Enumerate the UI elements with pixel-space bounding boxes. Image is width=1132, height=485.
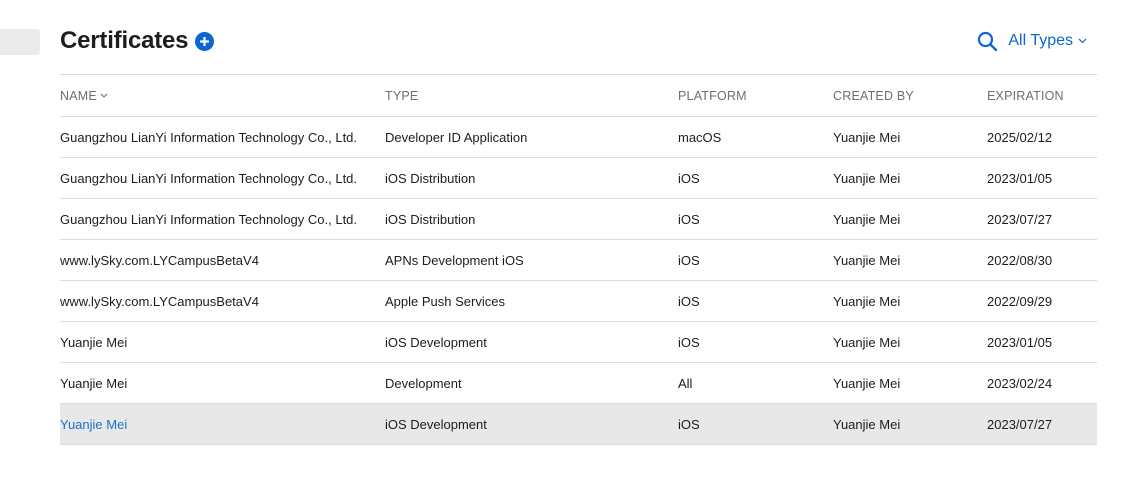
certificate-created-by: Yuanjie Mei xyxy=(833,334,901,350)
certificate-name-link[interactable]: Guangzhou LianYi Information Technology … xyxy=(60,171,357,186)
certificate-created-by: Yuanjie Mei xyxy=(833,416,901,432)
certificate-name-link[interactable]: www.lySky.com.LYCampusBetaV4 xyxy=(60,253,259,268)
certificate-platform: iOS xyxy=(678,293,700,309)
certificate-expiration: 2023/07/27 xyxy=(987,416,1053,432)
column-header-name-label: NAME xyxy=(60,88,97,103)
sidebar-collapsed-tab[interactable] xyxy=(0,29,40,55)
certificates-page: Certificates All Types NAME TYPE PLATFOR… xyxy=(0,0,1132,485)
certificate-type: iOS Distribution xyxy=(385,170,476,186)
certificate-created-by: Yuanjie Mei xyxy=(833,252,901,268)
page-title: Certificates xyxy=(60,27,189,54)
table-row[interactable]: Yuanjie Mei Development All Yuanjie Mei … xyxy=(60,362,1097,403)
certificate-expiration: 2022/09/29 xyxy=(987,293,1053,309)
page-header: Certificates All Types xyxy=(60,22,1097,60)
certificate-name-link[interactable]: Yuanjie Mei xyxy=(60,335,127,350)
table-row[interactable]: Yuanjie Mei iOS Development iOS Yuanjie … xyxy=(60,321,1097,362)
plus-circle-icon xyxy=(200,36,210,46)
search-button[interactable] xyxy=(976,30,998,52)
column-header-created-by[interactable]: CREATED BY xyxy=(833,89,987,103)
table-header: NAME TYPE PLATFORM CREATED BY EXPIRATION xyxy=(60,75,1097,116)
header-actions: All Types xyxy=(976,30,1087,52)
certificate-platform: iOS xyxy=(678,170,700,186)
table-row-selected[interactable]: Yuanjie Mei iOS Development iOS Yuanjie … xyxy=(60,403,1097,445)
certificate-expiration: 2023/01/05 xyxy=(987,170,1053,186)
certificate-expiration: 2023/07/27 xyxy=(987,211,1053,227)
certificate-name-link[interactable]: Guangzhou LianYi Information Technology … xyxy=(60,212,357,227)
certificate-created-by: Yuanjie Mei xyxy=(833,211,901,227)
type-filter-dropdown[interactable]: All Types xyxy=(1008,32,1087,50)
sort-chevron-down-icon xyxy=(100,93,108,98)
certificate-type: iOS Development xyxy=(385,334,487,350)
certificates-table: NAME TYPE PLATFORM CREATED BY EXPIRATION… xyxy=(60,74,1097,445)
certificate-type: APNs Development iOS xyxy=(385,252,524,268)
certificate-created-by: Yuanjie Mei xyxy=(833,293,901,309)
certificate-platform: macOS xyxy=(678,129,722,145)
certificate-expiration: 2022/08/30 xyxy=(987,252,1053,268)
certificate-platform: All xyxy=(678,375,693,391)
add-certificate-button[interactable] xyxy=(195,31,215,51)
type-filter-label: All Types xyxy=(1008,32,1073,49)
certificate-type: Developer ID Application xyxy=(385,129,528,145)
certificate-type: Apple Push Services xyxy=(385,293,505,309)
search-icon xyxy=(977,31,998,51)
chevron-down-icon xyxy=(1078,38,1087,44)
table-row[interactable]: www.lySky.com.LYCampusBetaV4 Apple Push … xyxy=(60,280,1097,321)
certificate-expiration: 2025/02/12 xyxy=(987,129,1053,145)
table-row[interactable]: Guangzhou LianYi Information Technology … xyxy=(60,116,1097,157)
certificate-expiration: 2023/02/24 xyxy=(987,375,1053,391)
table-row[interactable]: Guangzhou LianYi Information Technology … xyxy=(60,157,1097,198)
certificate-type: iOS Development xyxy=(385,416,487,432)
certificate-platform: iOS xyxy=(678,334,700,350)
certificate-name-link[interactable]: Guangzhou LianYi Information Technology … xyxy=(60,130,357,145)
certificate-platform: iOS xyxy=(678,211,700,227)
column-header-expiration[interactable]: EXPIRATION xyxy=(987,89,1097,103)
certificate-name-link[interactable]: Yuanjie Mei xyxy=(60,417,127,432)
certificate-name-link[interactable]: www.lySky.com.LYCampusBetaV4 xyxy=(60,294,259,309)
certificate-platform: iOS xyxy=(678,416,700,432)
table-row[interactable]: Guangzhou LianYi Information Technology … xyxy=(60,198,1097,239)
certificate-platform: iOS xyxy=(678,252,700,268)
column-header-platform[interactable]: PLATFORM xyxy=(678,89,833,103)
certificate-created-by: Yuanjie Mei xyxy=(833,129,901,145)
certificate-name-link[interactable]: Yuanjie Mei xyxy=(60,376,127,391)
certificate-expiration: 2023/01/05 xyxy=(987,334,1053,350)
certificate-created-by: Yuanjie Mei xyxy=(833,170,901,186)
certificate-type: iOS Distribution xyxy=(385,211,476,227)
certificate-created-by: Yuanjie Mei xyxy=(833,375,901,391)
table-row[interactable]: www.lySky.com.LYCampusBetaV4 APNs Develo… xyxy=(60,239,1097,280)
column-header-type[interactable]: TYPE xyxy=(385,89,678,103)
certificate-type: Development xyxy=(385,375,462,391)
column-header-name[interactable]: NAME xyxy=(60,89,385,103)
